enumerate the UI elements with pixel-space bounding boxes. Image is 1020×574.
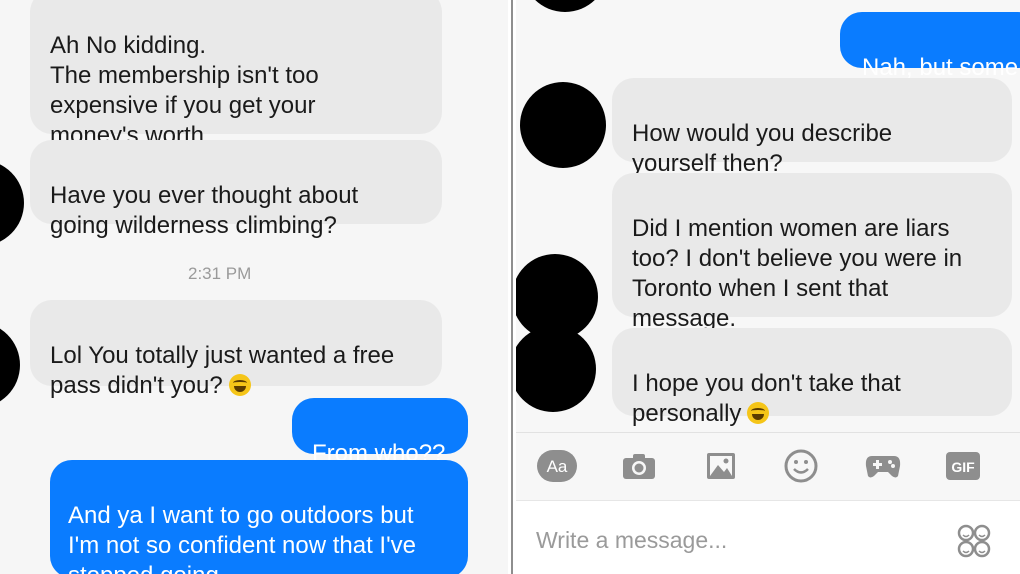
outgoing-message-bubble[interactable]: Nah, but some xyxy=(840,12,1020,81)
avatar[interactable] xyxy=(0,322,20,408)
message-text: Have you ever thought about going wilder… xyxy=(50,182,359,239)
incoming-message-bubble[interactable]: Did I mention women are liars too? I don… xyxy=(612,173,1012,332)
avatar[interactable] xyxy=(516,326,596,412)
panel-divider xyxy=(508,0,516,574)
games-button[interactable] xyxy=(862,447,904,485)
outgoing-message-bubble[interactable]: From who?? xyxy=(292,398,468,467)
gif-label: GIF xyxy=(951,459,975,475)
face-with-tears-of-joy-icon xyxy=(228,374,251,396)
sticker-button[interactable] xyxy=(956,523,992,564)
message-text: Nah, but some xyxy=(862,54,1019,81)
message-text: And ya I want to go outdoors but I'm not… xyxy=(68,502,417,574)
gif-button[interactable]: GIF xyxy=(942,447,984,485)
incoming-message-bubble[interactable]: Lol You totally just wanted a free pass … xyxy=(30,300,442,399)
incoming-message-bubble[interactable]: Ah No kidding. The membership isn't too … xyxy=(30,0,442,149)
message-text: Ah No kidding. The membership isn't too … xyxy=(50,32,319,149)
message-text: Did I mention women are liars too? I don… xyxy=(632,215,963,332)
image-icon xyxy=(707,453,735,479)
emoji-icon xyxy=(784,449,818,483)
incoming-message-bubble[interactable]: I hope you don't take that personally xyxy=(612,328,1012,427)
incoming-message-bubble[interactable]: How would you describe yourself then? xyxy=(612,78,1012,177)
avatar[interactable] xyxy=(0,160,24,246)
emoji-button[interactable] xyxy=(780,447,822,485)
camera-button[interactable] xyxy=(618,447,660,485)
left-conversation-panel: Ah No kidding. The membership isn't too … xyxy=(0,0,508,574)
avatar[interactable] xyxy=(522,0,608,12)
message-text: How would you describe yourself then? xyxy=(632,120,893,177)
composer-toolbar: Aa GIF xyxy=(516,432,1020,499)
face-with-tears-of-joy-icon xyxy=(747,402,770,424)
avatar[interactable] xyxy=(520,82,606,168)
message-composer[interactable]: Write a message... xyxy=(516,500,1020,574)
camera-icon xyxy=(623,454,655,479)
message-timestamp: 2:31 PM xyxy=(188,264,252,283)
outgoing-message-bubble[interactable]: And ya I want to go outdoors but I'm not… xyxy=(50,460,468,574)
image-button[interactable] xyxy=(700,447,742,485)
text-format-label: Aa xyxy=(547,457,568,476)
text-format-button[interactable]: Aa xyxy=(536,447,578,485)
incoming-message-bubble[interactable]: Have you ever thought about going wilder… xyxy=(30,140,442,239)
message-input[interactable]: Write a message... xyxy=(536,527,727,554)
game-controller-icon xyxy=(865,456,901,478)
message-text: Lol You totally just wanted a free pass … xyxy=(50,342,395,399)
right-conversation-panel: Nah, but some How would you describe you… xyxy=(516,0,1020,574)
sticker-icon xyxy=(957,524,991,558)
